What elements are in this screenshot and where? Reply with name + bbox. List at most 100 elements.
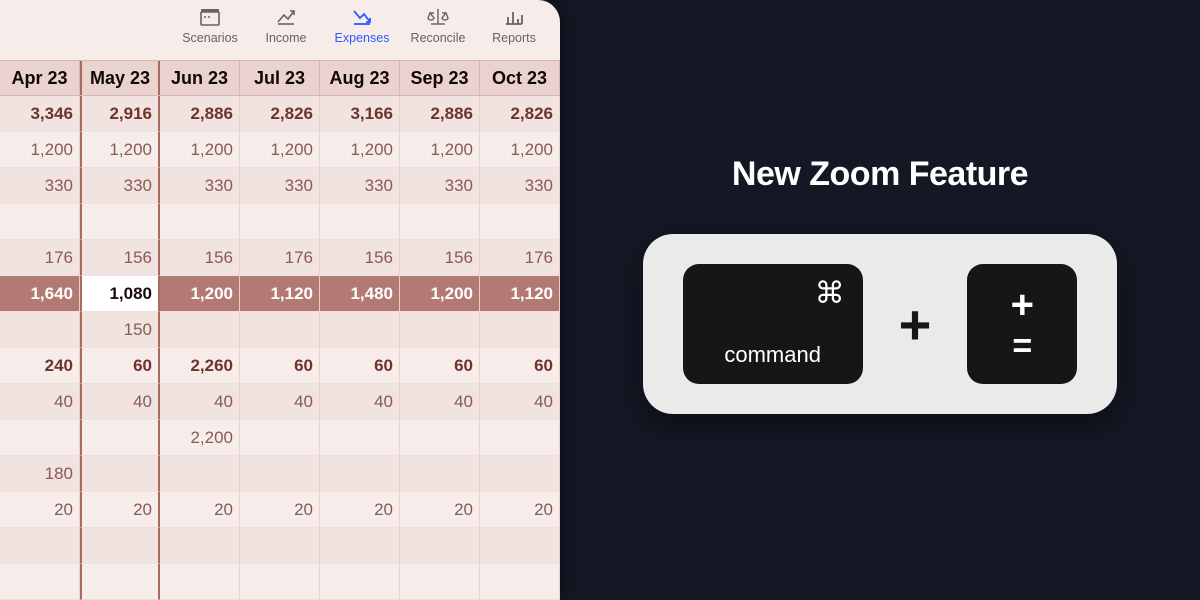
cell[interactable]: 20 [320,492,400,528]
cell[interactable]: 1,200 [160,276,240,312]
cell[interactable] [320,456,400,492]
cell[interactable] [0,312,80,348]
cell[interactable]: 20 [0,492,80,528]
cell[interactable]: 330 [480,168,560,204]
cell[interactable] [240,456,320,492]
tab-reports[interactable]: Reports [478,6,550,60]
cell[interactable]: 60 [240,348,320,384]
cell[interactable] [320,528,400,564]
cell[interactable]: 60 [400,348,480,384]
tab-income[interactable]: Income [250,6,322,60]
cell[interactable] [160,528,240,564]
cell[interactable] [400,420,480,456]
cell[interactable]: 330 [80,168,160,204]
cell[interactable]: 40 [400,384,480,420]
cell[interactable]: 1,200 [160,132,240,168]
cell[interactable] [240,564,320,600]
cell[interactable]: 1,120 [240,276,320,312]
cell[interactable]: 20 [80,492,160,528]
cell[interactable]: 40 [0,384,80,420]
cell[interactable]: 240 [0,348,80,384]
cell[interactable]: 40 [80,384,160,420]
cell[interactable]: 330 [240,168,320,204]
tab-scenarios[interactable]: Scenarios [174,6,246,60]
cell[interactable]: 2,826 [480,96,560,132]
column-header[interactable]: Apr 23 [0,61,80,95]
cell[interactable]: 2,260 [160,348,240,384]
tab-reconcile[interactable]: Reconcile [402,6,474,60]
column-header[interactable]: Jul 23 [240,61,320,95]
cell[interactable] [80,420,160,456]
cell[interactable] [240,528,320,564]
column-header[interactable]: Jun 23 [160,61,240,95]
cell[interactable] [160,204,240,240]
cell[interactable]: 1,200 [400,132,480,168]
cell[interactable]: 20 [400,492,480,528]
cell[interactable] [160,456,240,492]
cell[interactable] [320,312,400,348]
cell[interactable]: 176 [480,240,560,276]
cell[interactable] [240,204,320,240]
cell[interactable] [480,564,560,600]
cell[interactable]: 156 [160,240,240,276]
cell[interactable]: 1,200 [0,132,80,168]
cell[interactable]: 60 [80,348,160,384]
cell[interactable] [480,204,560,240]
cell[interactable]: 1,200 [80,132,160,168]
cell[interactable]: 40 [480,384,560,420]
cell[interactable]: 1,200 [400,276,480,312]
cell[interactable] [240,312,320,348]
cell[interactable] [320,564,400,600]
cell[interactable] [480,312,560,348]
cell[interactable]: 176 [0,240,80,276]
cell[interactable]: 330 [0,168,80,204]
cell[interactable]: 180 [0,456,80,492]
column-header[interactable]: Oct 23 [480,61,560,95]
cell[interactable]: 2,916 [80,96,160,132]
cell[interactable]: 1,200 [240,132,320,168]
cell[interactable]: 1,640 [0,276,80,312]
cell[interactable]: 40 [240,384,320,420]
cell[interactable]: 20 [480,492,560,528]
cell[interactable] [0,528,80,564]
cell[interactable] [0,420,80,456]
cell[interactable]: 3,346 [0,96,80,132]
cell[interactable]: 60 [480,348,560,384]
cell[interactable]: 150 [80,312,160,348]
cell[interactable] [480,456,560,492]
cell[interactable] [320,204,400,240]
cell[interactable] [320,420,400,456]
cell[interactable] [400,564,480,600]
cell[interactable] [0,564,80,600]
cell[interactable] [480,528,560,564]
cell[interactable] [400,528,480,564]
cell[interactable]: 40 [320,384,400,420]
cell[interactable] [80,456,160,492]
data-grid[interactable]: Apr 23May 23Jun 23Jul 23Aug 23Sep 23Oct … [0,60,560,600]
cell[interactable] [80,204,160,240]
cell[interactable] [400,204,480,240]
cell[interactable]: 2,886 [400,96,480,132]
cell[interactable]: 330 [320,168,400,204]
cell[interactable]: 330 [160,168,240,204]
cell[interactable]: 1,120 [480,276,560,312]
cell[interactable] [240,420,320,456]
cell[interactable]: 156 [400,240,480,276]
cell[interactable]: 1,080 [80,276,160,312]
cell[interactable]: 60 [320,348,400,384]
cell[interactable]: 20 [160,492,240,528]
column-header[interactable]: May 23 [80,61,160,95]
cell[interactable] [480,420,560,456]
cell[interactable]: 330 [400,168,480,204]
cell[interactable]: 1,480 [320,276,400,312]
cell[interactable] [160,564,240,600]
column-header[interactable]: Sep 23 [400,61,480,95]
cell[interactable]: 156 [320,240,400,276]
cell[interactable]: 2,826 [240,96,320,132]
cell[interactable]: 2,200 [160,420,240,456]
cell[interactable] [400,456,480,492]
column-header[interactable]: Aug 23 [320,61,400,95]
cell[interactable]: 156 [80,240,160,276]
tab-expenses[interactable]: Expenses [326,6,398,60]
cell[interactable]: 2,886 [160,96,240,132]
